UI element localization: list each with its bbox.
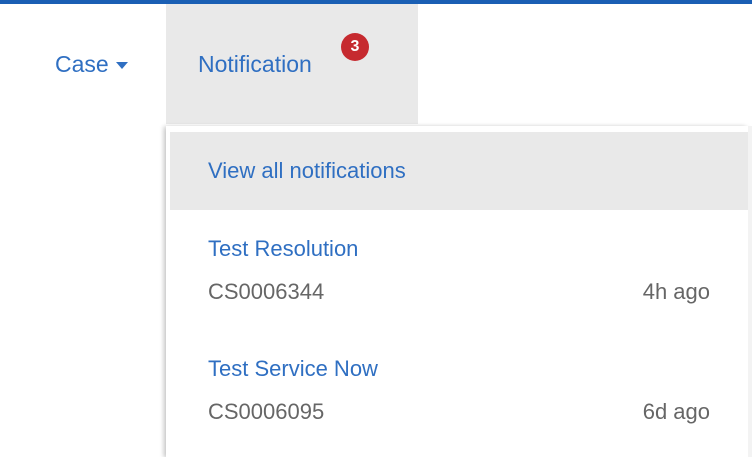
case-menu-button[interactable]: Case — [55, 4, 165, 124]
notification-item[interactable]: Test Service Now CS0006095 6d ago — [170, 344, 748, 454]
notification-title: Test Resolution — [208, 236, 359, 261]
notification-title: Test Service Now — [208, 356, 378, 381]
notification-menu-label: Notification — [198, 50, 312, 77]
notification-menu-button[interactable]: Notification 3 — [166, 4, 418, 124]
notification-time: 4h ago — [642, 279, 710, 304]
notification-case-id: CS0006095 — [208, 399, 325, 424]
view-all-notifications-link[interactable]: View all notifications — [170, 132, 748, 210]
caret-down-icon — [115, 62, 128, 69]
notification-item[interactable]: Test Resolution CS0006344 4h ago — [170, 224, 748, 334]
background-panel-edge — [748, 126, 752, 457]
notification-time: 6d ago — [642, 399, 710, 424]
notification-count-badge: 3 — [341, 33, 369, 61]
notification-case-id: CS0006344 — [208, 279, 325, 304]
notification-dropdown: View all notifications Test Resolution C… — [166, 126, 748, 457]
case-menu-label: Case — [55, 50, 109, 77]
top-nav: Case Notification 3 — [0, 4, 752, 124]
